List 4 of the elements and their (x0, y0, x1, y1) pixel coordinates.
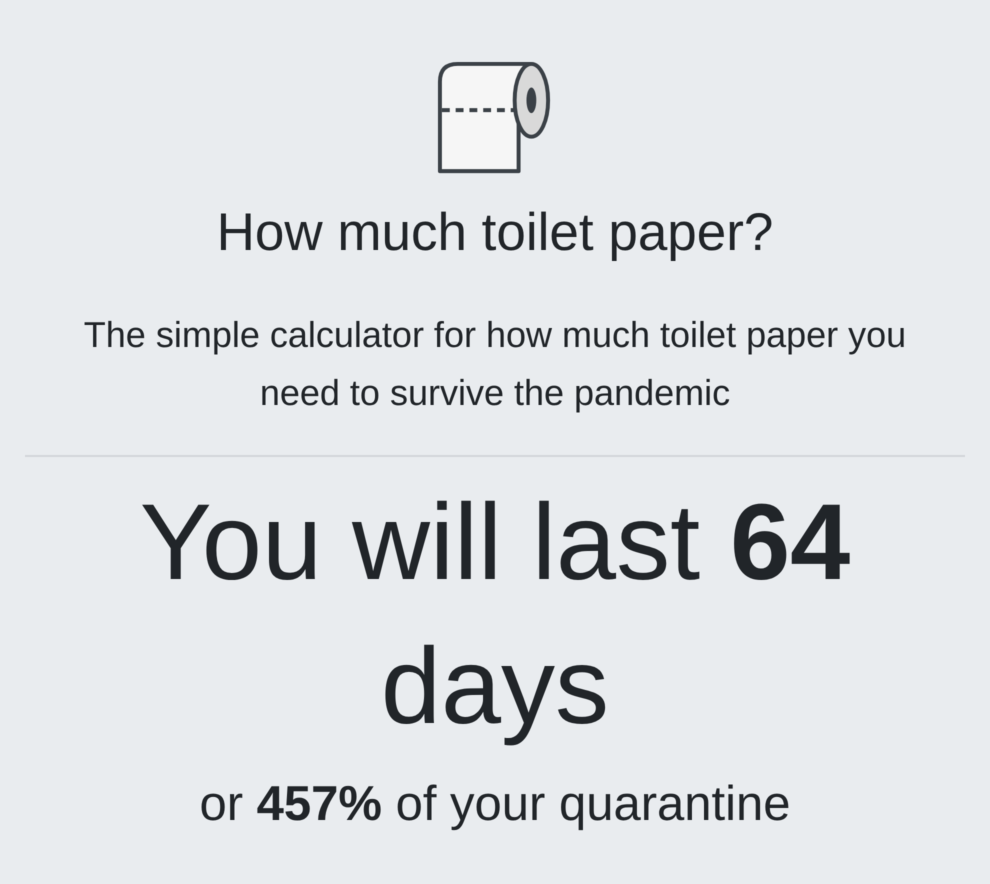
result-headline: You will last 64 days (138, 480, 852, 748)
page-title: How much toilet paper? (216, 202, 774, 264)
result-detail: or 457% of your quarantine (199, 776, 791, 833)
page-subtitle: The simple calculator for how much toilet paper you need to survive the pandemic (82, 313, 908, 415)
